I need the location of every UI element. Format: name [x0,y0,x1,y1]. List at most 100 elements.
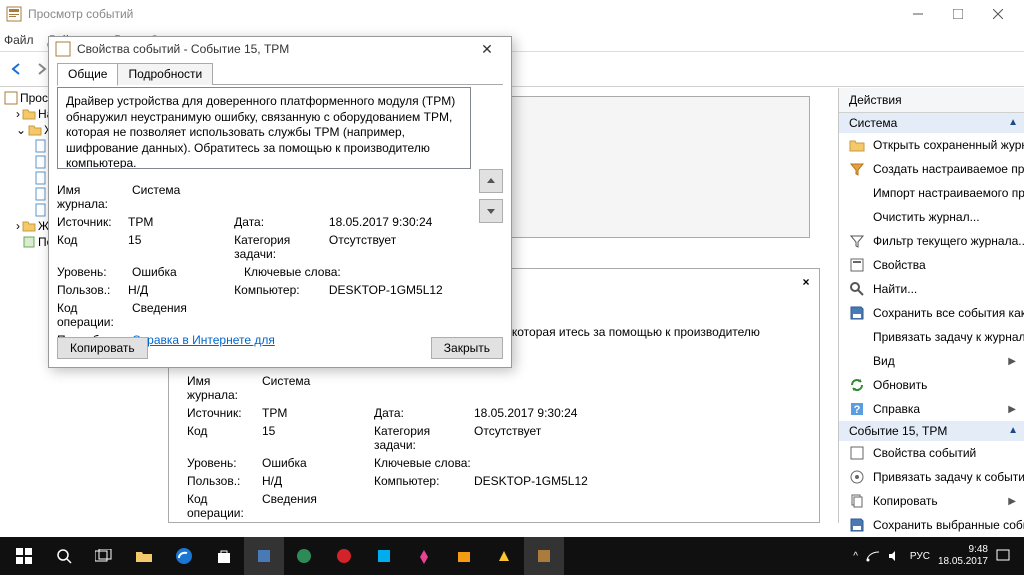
journal-icon [34,155,48,169]
task-view-button[interactable] [84,537,124,575]
collapse-icon[interactable]: ▲ [1008,117,1018,128]
taskbar-app-8[interactable] [524,537,564,575]
blank-icon [849,353,865,369]
taskbar-app-2[interactable] [284,537,324,575]
action-properties[interactable]: Свойства [839,253,1024,277]
action-label: Создать настраиваемое предста… [873,162,1024,176]
level-label: Уровень: [57,265,132,279]
source-label: Источник: [57,215,128,229]
dialog-body: Драйвер устройства для доверенного платф… [57,87,471,327]
explorer-button[interactable] [124,537,164,575]
system-tray[interactable]: ^ РУС 9:4818.05.2017 [853,544,1020,568]
action-label: Копировать [873,494,938,508]
tray-volume-icon[interactable] [888,550,902,562]
action-copy[interactable]: Копировать ▶ [839,489,1024,513]
store-button[interactable] [204,537,244,575]
folder-open-icon [28,123,42,137]
op-label: Код операции: [57,301,132,329]
taskbar-app-5[interactable] [404,537,444,575]
action-label: Привязать задачу к журналу... [873,330,1024,344]
action-filter-log[interactable]: Фильтр текущего журнала... [839,229,1024,253]
action-import-view[interactable]: Импорт настраиваемого предста… [839,181,1024,205]
help-icon: ? [849,401,865,417]
kw-label: Ключевые слова: [374,456,474,470]
actions-section-system: Система ▲ [839,113,1024,133]
comp-value: DESKTOP-1GM5L12 [474,474,624,488]
actions-section-event: Событие 15, TPM▲ [839,421,1024,441]
close-button[interactable] [978,2,1018,26]
action-refresh[interactable]: Обновить [839,373,1024,397]
tray-clock[interactable]: 9:4818.05.2017 [938,544,988,568]
submenu-arrow-icon: ▶ [1008,404,1016,415]
date-label: Дата: [374,406,474,420]
tray-language[interactable]: РУС [910,551,930,562]
action-save-selected[interactable]: Сохранить выбранные события... [839,513,1024,537]
svg-text:?: ? [854,404,861,416]
detail-close-icon[interactable]: × [799,275,813,289]
maximize-button[interactable] [938,2,978,26]
search-button[interactable] [44,537,84,575]
event-fields: Имя журнала:Система Источник:TPMДата:18.… [187,374,624,523]
save-icon [849,305,865,321]
tray-network-icon[interactable] [866,550,880,562]
search-icon [849,281,865,297]
notifications-button[interactable] [996,549,1010,563]
source-value: TPM [262,406,374,420]
comp-label: Компьютер: [374,474,474,488]
window-title: Просмотр событий [28,7,133,21]
action-find[interactable]: Найти... [839,277,1024,301]
subs-icon [22,235,36,249]
taskbar-app-7[interactable] [484,537,524,575]
journal-icon [34,139,48,153]
action-view[interactable]: Вид▶ [839,349,1024,373]
dialog-close-button[interactable]: ✕ [469,38,505,60]
action-help[interactable]: ?Справка▶ [839,397,1024,421]
section-system-label: Система [849,116,897,130]
close-button[interactable]: Закрыть [431,337,503,359]
action-event-props[interactable]: Свойства событий [839,441,1024,465]
date-label: Дата: [234,215,329,229]
next-event-button[interactable] [479,199,503,223]
tab-general[interactable]: Общие [57,63,118,86]
action-attach-task[interactable]: Привязать задачу к журналу... [839,325,1024,349]
action-attach-event[interactable]: Привязать задачу к событию... [839,465,1024,489]
op-label: Код операции: [187,492,262,520]
log-label: Имя журнала: [187,374,262,402]
menu-file[interactable]: Файл [4,33,34,47]
action-label: Очистить журнал... [873,210,980,224]
action-save-all[interactable]: Сохранить все события как... [839,301,1024,325]
action-label: Свойства событий [873,446,976,460]
code-label: Код [187,424,262,452]
action-create-view[interactable]: Создать настраиваемое предста… [839,157,1024,181]
action-open-saved[interactable]: Открыть сохраненный журнал... [839,133,1024,157]
collapse-icon[interactable]: ▲ [1008,425,1018,436]
taskbar-app-4[interactable] [364,537,404,575]
user-label: Пользов.: [57,283,128,297]
window-controls [898,2,1018,26]
copy-icon [849,493,865,509]
prev-event-button[interactable] [479,169,503,193]
start-button[interactable] [4,537,44,575]
edge-button[interactable] [164,537,204,575]
taskbar[interactable]: ^ РУС 9:4818.05.2017 [0,537,1024,575]
back-button[interactable] [6,58,28,80]
dialog-title-bar[interactable]: Свойства событий - Событие 15, TPM ✕ [49,37,511,61]
submenu-arrow-icon: ▶ [1008,356,1016,367]
cat-value: Отсутствует [329,233,471,261]
refresh-icon [849,377,865,393]
taskbar-app-6[interactable] [444,537,484,575]
copy-button[interactable]: Копировать [57,337,148,359]
action-label: Фильтр текущего журнала... [873,234,1024,248]
action-label: Сохранить все события как... [873,306,1024,320]
tab-details[interactable]: Подробности [117,63,213,85]
action-clear-log[interactable]: Очистить журнал... [839,205,1024,229]
minimize-button[interactable] [898,2,938,26]
action-label: Сохранить выбранные события... [873,518,1024,532]
submenu-arrow-icon: ▶ [1008,496,1016,507]
tray-chevron-icon[interactable]: ^ [853,551,858,562]
code-value: 15 [262,424,374,452]
folder-open-icon [849,137,865,153]
cat-value: Отсутствует [474,424,624,452]
taskbar-app-1[interactable] [244,537,284,575]
taskbar-app-3[interactable] [324,537,364,575]
